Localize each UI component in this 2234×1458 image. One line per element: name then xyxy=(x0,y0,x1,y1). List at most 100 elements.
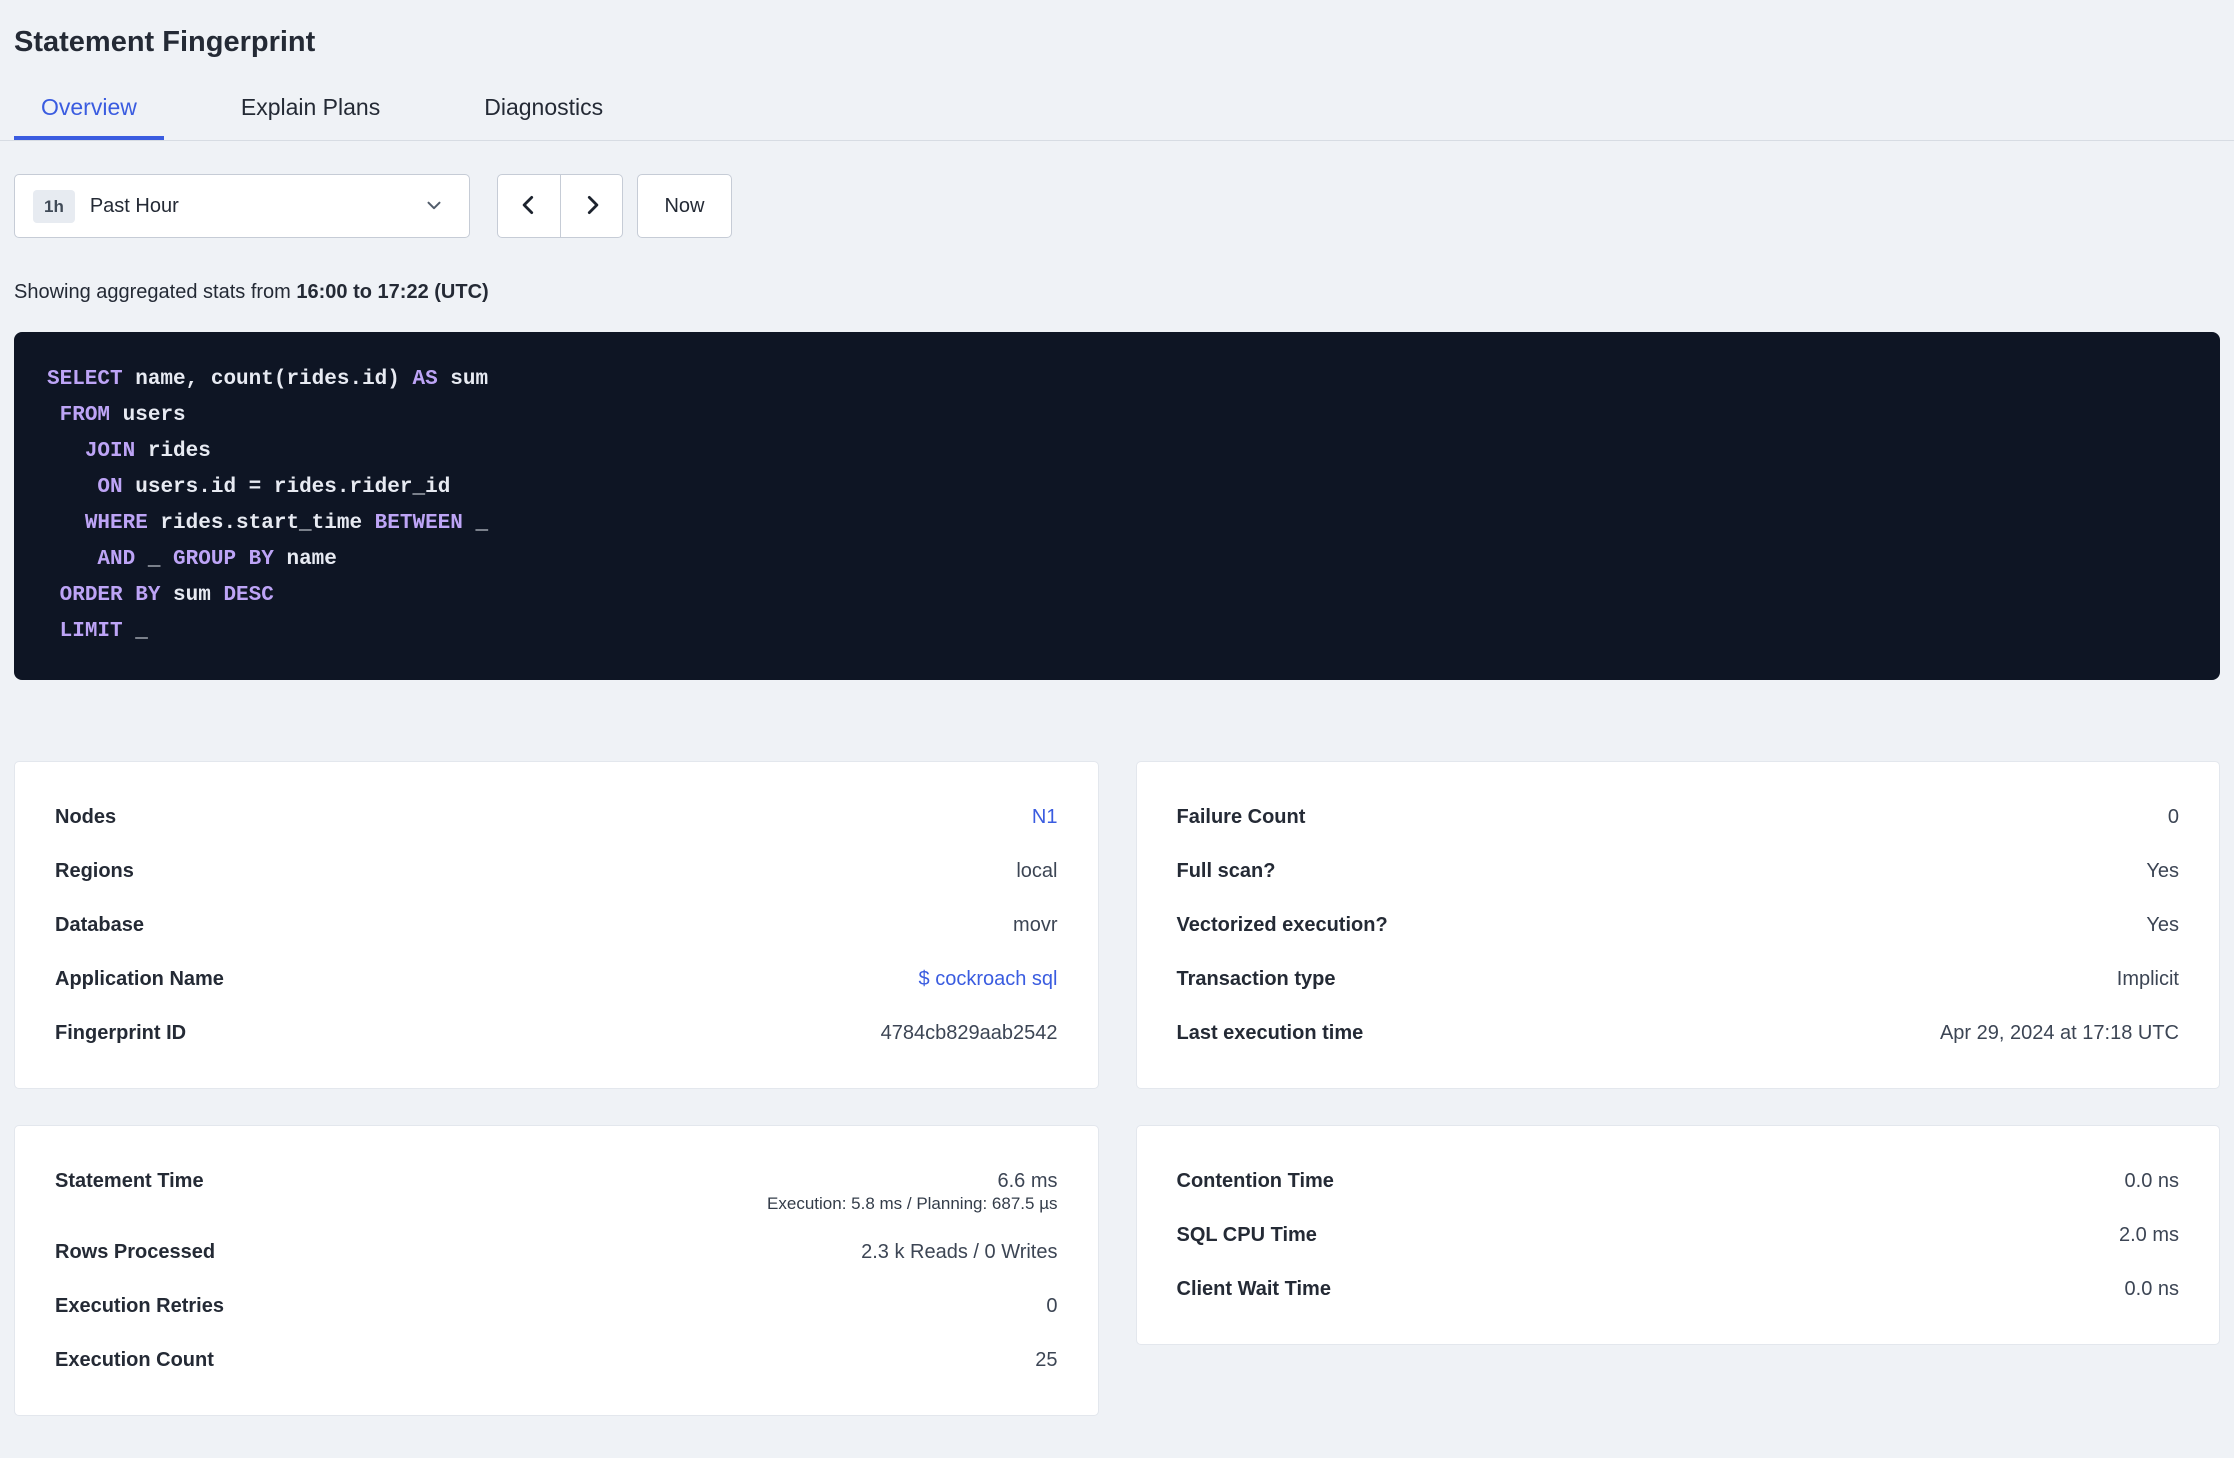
sql-line: JOIN rides xyxy=(47,434,2187,470)
sql-text: sum xyxy=(160,584,224,607)
execution-count-label: Execution Count xyxy=(55,1349,214,1371)
sql-keyword: AND xyxy=(97,548,136,571)
full-scan-row: Full scan? Yes xyxy=(1177,844,2180,898)
statement-details-card: Nodes N1 Regions local Database movr Applicati… xyxy=(14,761,1099,1089)
sql-keyword: SELECT xyxy=(47,368,123,391)
transaction-type-label: Transaction type xyxy=(1176,968,1336,990)
sql-text: rides.start_time xyxy=(147,512,375,535)
sql-text: _ xyxy=(122,620,148,643)
sql-keyword: ON xyxy=(97,476,123,499)
statement-times-card: Statement Time 6.6 ms Execution: 5.8 ms / … xyxy=(14,1125,1099,1416)
time-range-badge: 1h xyxy=(33,189,75,223)
tab-diagnostics[interactable]: Diagnostics xyxy=(457,88,630,140)
execution-count-row: Execution Count 25 xyxy=(55,1333,1058,1387)
now-button[interactable]: Now xyxy=(637,174,732,238)
sql-text: users xyxy=(110,404,186,427)
nodes-link[interactable]: N1 xyxy=(1032,790,1058,844)
time-range-label: Past Hour xyxy=(89,194,179,217)
client-wait-time-label: Client Wait Time xyxy=(1176,1278,1331,1300)
full-scan-label: Full scan? xyxy=(1176,860,1276,882)
rows-processed-label: Rows Processed xyxy=(55,1241,216,1263)
time-range-dropdown[interactable]: 1h Past Hour xyxy=(14,174,470,238)
sql-line: SELECT name, count(rides.id) AS sum xyxy=(47,362,2187,398)
sql-keyword: DESC xyxy=(223,584,274,607)
vectorized-execution-label: Vectorized execution? xyxy=(1176,914,1388,936)
sql-line: FROM users xyxy=(47,398,2187,434)
fingerprint-id-label: Fingerprint ID xyxy=(55,1022,187,1044)
sql-text: users.id = rides.rider_id xyxy=(122,476,451,499)
regions-label: Regions xyxy=(55,860,134,882)
contention-time-label: Contention Time xyxy=(1176,1170,1334,1192)
transaction-type-row: Transaction type Implicit xyxy=(1177,952,2180,1006)
statement-fingerprint-page: Statement Fingerprint Overview Explain Pl… xyxy=(0,0,2234,1416)
execution-attributes-card: Failure Count 0 Full scan? Yes Vectorized ex… xyxy=(1135,761,2220,1089)
contention-time-row: Contention Time 0.0 ns xyxy=(1177,1154,2180,1208)
chevron-left-icon xyxy=(516,192,542,221)
regions-row: Regions local xyxy=(55,844,1058,898)
sql-line: ORDER BY sum DESC xyxy=(47,578,2187,614)
client-wait-time-value: 0.0 ns xyxy=(2124,1278,2179,1300)
statement-time-value: 6.6 ms Execution: 5.8 ms / Planning: 687.… xyxy=(767,1154,1057,1225)
sql-statement-box: SELECT name, count(rides.id) AS sum FROM… xyxy=(14,332,2220,680)
stats-line-prefix: Showing aggregated stats from xyxy=(14,281,297,303)
fingerprint-id-row: Fingerprint ID 4784cb829aab2542 xyxy=(55,1006,1058,1060)
sql-cpu-time-row: SQL CPU Time 2.0 ms xyxy=(1177,1208,2180,1262)
last-execution-time-label: Last execution time xyxy=(1176,1022,1364,1044)
tab-bar: Overview Explain Plans Diagnostics xyxy=(0,88,2234,141)
application-name-link[interactable]: $ cockroach sql xyxy=(919,952,1058,1006)
prev-range-button[interactable] xyxy=(498,175,560,237)
database-value: movr xyxy=(1013,914,1058,936)
stats-line-range: 16:00 to 17:22 (UTC) xyxy=(296,281,489,303)
failure-count-label: Failure Count xyxy=(1176,806,1306,828)
execution-count-value: 25 xyxy=(1035,1349,1058,1371)
full-scan-value: Yes xyxy=(2146,860,2179,882)
chevron-down-icon xyxy=(423,194,445,219)
client-wait-time-row: Client Wait Time 0.0 ns xyxy=(1177,1262,2180,1316)
rows-processed-value: 2.3 k Reads / 0 Writes xyxy=(861,1241,1058,1263)
sql-text: name xyxy=(273,548,337,571)
tab-explain-plans[interactable]: Explain Plans xyxy=(214,88,407,140)
sql-text: _ xyxy=(462,512,489,535)
time-range-arrows xyxy=(497,174,623,238)
statement-time-row: Statement Time 6.6 ms Execution: 5.8 ms / … xyxy=(55,1154,1058,1225)
sql-keyword: ORDER BY xyxy=(59,584,161,607)
vectorized-execution-value: Yes xyxy=(2146,914,2179,936)
failure-count-row: Failure Count 0 xyxy=(1177,790,2180,844)
last-execution-time-value: Apr 29, 2024 at 17:18 UTC xyxy=(1939,1022,2179,1044)
sql-line: AND _ GROUP BY name xyxy=(47,542,2187,578)
aggregated-stats-line: Showing aggregated stats from 16:00 to 1… xyxy=(14,278,2220,306)
last-execution-time-row: Last execution time Apr 29, 2024 at 17:18… xyxy=(1177,1006,2180,1060)
sql-cpu-time-label: SQL CPU Time xyxy=(1176,1224,1317,1246)
nodes-label: Nodes xyxy=(55,806,117,828)
page-title: Statement Fingerprint xyxy=(14,26,316,58)
sql-text: _ xyxy=(135,548,174,571)
contention-time-value: 0.0 ns xyxy=(2124,1170,2179,1192)
execution-retries-label: Execution Retries xyxy=(55,1295,224,1317)
statement-time-subtext: Execution: 5.8 ms / Planning: 687.5 µs xyxy=(767,1194,1058,1213)
sql-cpu-time-value: 2.0 ms xyxy=(2118,1224,2179,1246)
failure-count-value: 0 xyxy=(2167,806,2179,828)
statement-time-label: Statement Time xyxy=(55,1170,204,1192)
wait-times-card: Contention Time 0.0 ns SQL CPU Time 2.0 ms C… xyxy=(1135,1125,2220,1345)
nodes-row: Nodes N1 xyxy=(55,790,1058,844)
next-range-button[interactable] xyxy=(560,175,622,237)
regions-value: local xyxy=(1016,860,1058,882)
application-name-label: Application Name xyxy=(55,968,224,990)
rows-processed-row: Rows Processed 2.3 k Reads / 0 Writes xyxy=(55,1225,1058,1279)
sql-keyword: JOIN xyxy=(84,440,136,463)
tab-overview[interactable]: Overview xyxy=(14,88,164,140)
transaction-type-value: Implicit xyxy=(2116,968,2179,990)
sql-keyword: FROM xyxy=(59,404,111,427)
application-name-row: Application Name $ cockroach sql xyxy=(55,952,1058,1006)
sql-text: rides xyxy=(135,440,211,463)
execution-retries-row: Execution Retries 0 xyxy=(55,1279,1058,1333)
database-label: Database xyxy=(55,914,144,936)
vectorized-execution-row: Vectorized execution? Yes xyxy=(1177,898,2180,952)
